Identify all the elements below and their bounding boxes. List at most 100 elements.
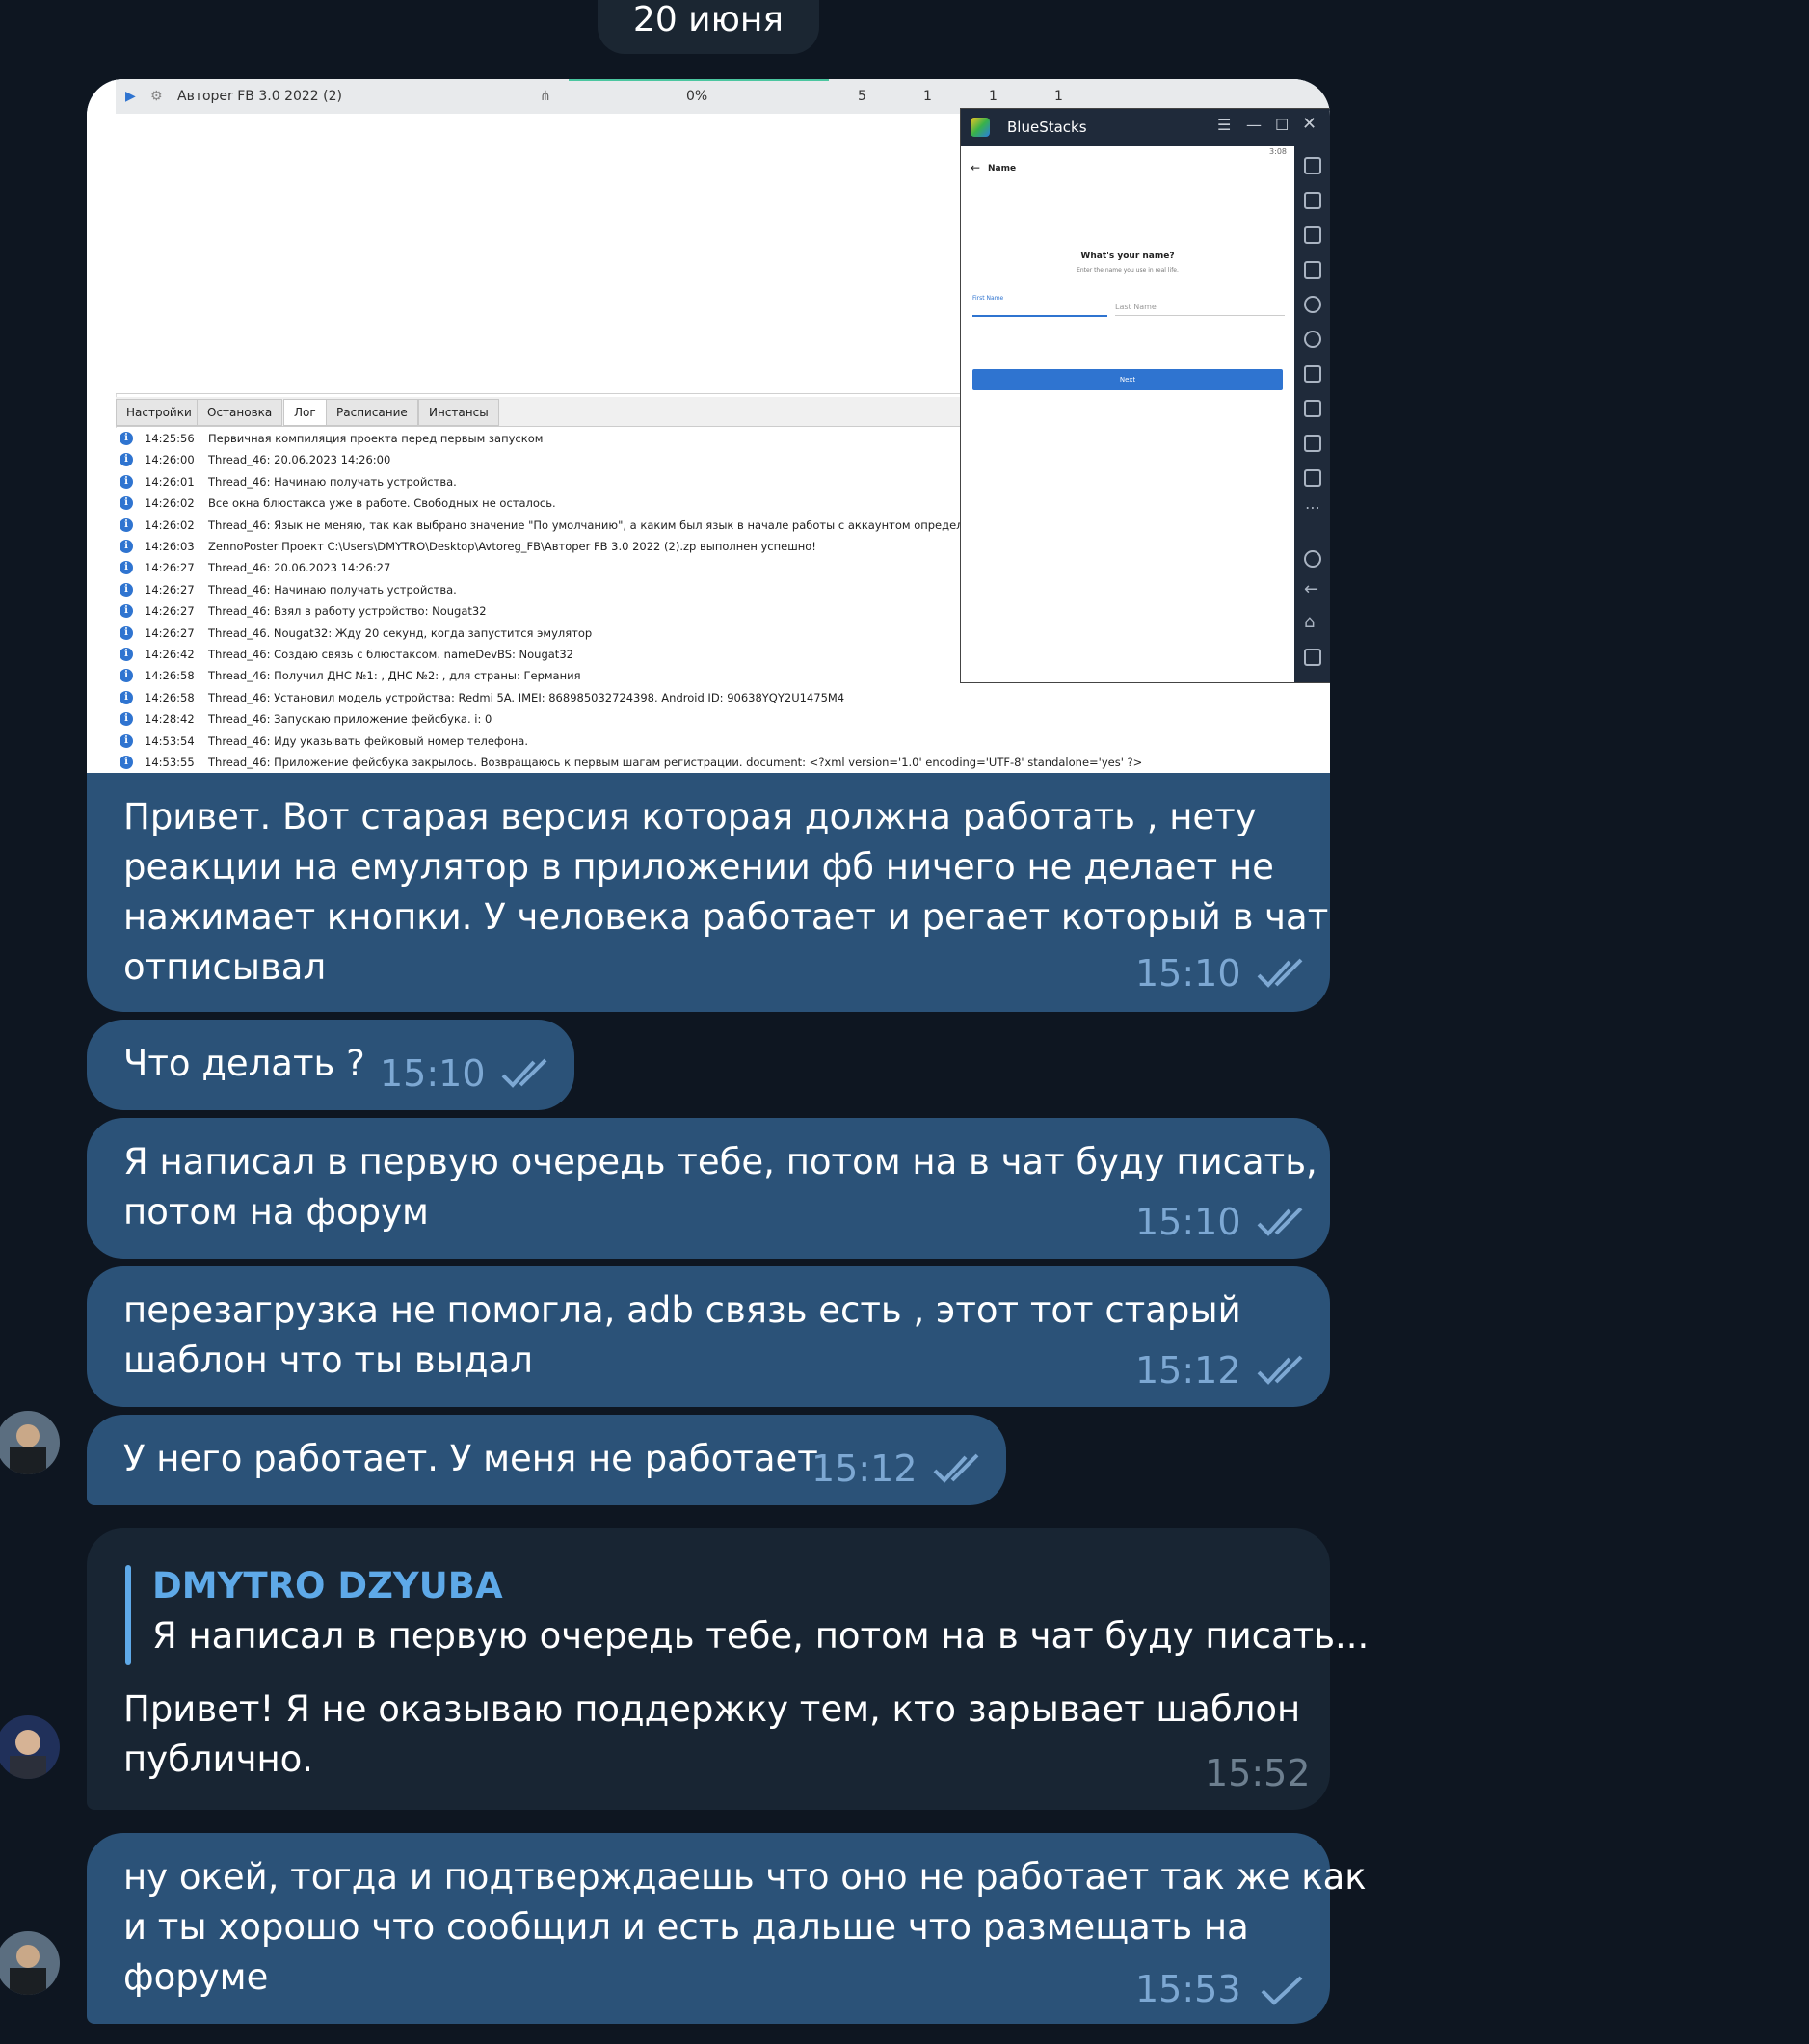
screen-header: Name xyxy=(988,164,1017,173)
log-message: Thread_46: 20.06.2023 14:26:27 xyxy=(208,561,391,575)
next-button[interactable]: Next xyxy=(972,369,1283,390)
first-name-field[interactable]: First Name xyxy=(972,292,1107,317)
message-bubble[interactable]: ▶ ⚙ Автореr FB 3.0 2022 (2) ⋔ 0% 5 1 1 1… xyxy=(87,79,1330,1012)
tab-stop[interactable]: Остановка xyxy=(197,399,283,426)
log-message: Thread_46: Начинаю получать устройства. xyxy=(208,582,457,597)
message-line: Привет! Я не оказываю поддержку тем, кто… xyxy=(123,1688,1301,1730)
last-name-placeholder: Last Name xyxy=(1115,303,1157,311)
tab-settings[interactable]: Настройки xyxy=(116,399,202,426)
user-avatar-icon xyxy=(0,1411,60,1474)
double-check-icon xyxy=(933,1453,979,1483)
log-time: 14:26:27 xyxy=(145,561,195,575)
info-icon: i xyxy=(120,582,133,597)
message-bubble[interactable]: Что делать ? 15:10 xyxy=(87,1020,574,1110)
message-line: и ты хорошо что сообщил и есть дальше чт… xyxy=(123,1906,1249,1948)
message-line: публично. xyxy=(123,1739,314,1780)
tab-schedule[interactable]: Расписание xyxy=(326,399,418,426)
screenshot-side-rail xyxy=(87,79,117,773)
rotate-icon[interactable] xyxy=(1304,331,1321,348)
reply-author[interactable]: DMYTRO DZYUBA xyxy=(152,1565,503,1606)
message-time: 15:53 xyxy=(1135,1968,1241,2010)
log-message: Thread_46: 20.06.2023 14:26:00 xyxy=(208,453,391,467)
bluestacks-window: BlueStacks ☰ — ☐ ✕ 3:08 ← Name What's yo… xyxy=(960,108,1330,683)
project-title: Автореr FB 3.0 2022 (2) xyxy=(177,89,342,104)
reply-quote-bar xyxy=(125,1565,131,1665)
message-line: Привет. Вот старая версия которая должна… xyxy=(123,796,1257,837)
log-message: Thread_46: Создаю связь с блюстаксом. na… xyxy=(208,648,573,661)
log-time: 14:53:55 xyxy=(145,756,195,769)
minimize-icon[interactable]: — xyxy=(1246,116,1262,134)
macro-icon[interactable] xyxy=(1304,365,1321,383)
bluestacks-title: BlueStacks xyxy=(1007,119,1087,136)
log-time: 14:26:27 xyxy=(145,582,195,597)
info-icon: i xyxy=(120,712,133,727)
double-check-icon xyxy=(1257,1207,1303,1236)
message-bubble[interactable]: Я написал в первую очередь тебе, потом н… xyxy=(87,1118,1330,1259)
menu-icon[interactable]: ☰ xyxy=(1217,116,1231,134)
record-icon[interactable] xyxy=(1304,296,1321,313)
recents-icon[interactable] xyxy=(1304,649,1321,666)
check-icon xyxy=(1261,1976,1303,2005)
tab-log[interactable]: Лог xyxy=(283,399,327,426)
message-bubble[interactable]: DMYTRO DZYUBA Я написал в первую очередь… xyxy=(87,1528,1369,1810)
back-arrow-icon[interactable]: ← xyxy=(971,161,980,174)
settings-icon[interactable] xyxy=(1304,550,1321,568)
keyboard-icon[interactable] xyxy=(1304,261,1321,279)
folder-icon[interactable] xyxy=(1304,469,1321,487)
message-time: 15:10 xyxy=(380,1052,486,1095)
avatar[interactable] xyxy=(0,1715,60,1779)
more-icon[interactable]: ⋯ xyxy=(1305,498,1320,517)
log-time: 14:25:56 xyxy=(145,432,195,445)
log-message: Все окна блюстакса уже в работе. Свободн… xyxy=(208,496,556,511)
log-time: 14:26:02 xyxy=(145,518,195,532)
log-message: Thread_46: Иду указывать фейковый номер … xyxy=(208,733,528,748)
log-message: Thread_46: Начинаю получать устройства. xyxy=(208,474,457,489)
log-time: 14:26:27 xyxy=(145,604,195,619)
bluestacks-titlebar: BlueStacks ☰ — ☐ ✕ xyxy=(961,109,1330,146)
avatar[interactable] xyxy=(0,1931,60,1995)
message-time: 15:12 xyxy=(811,1447,918,1490)
tab-instances[interactable]: Инстансы xyxy=(418,399,499,426)
info-icon: i xyxy=(120,474,133,489)
message-bubble[interactable]: У него работает. У меня не работает 15:1… xyxy=(87,1415,1006,1505)
hint-text: Enter the name you use in real life. xyxy=(1077,267,1179,274)
avatar[interactable] xyxy=(0,1411,60,1474)
log-time: 14:26:01 xyxy=(145,474,195,489)
message-line: ну окей, тогда и подтверждаешь что оно н… xyxy=(123,1856,1367,1898)
android-screen: 3:08 ← Name What's your name? Enter the … xyxy=(961,146,1294,682)
info-icon: i xyxy=(120,561,133,575)
apk-icon[interactable] xyxy=(1304,400,1321,417)
log-message: ZennoPoster Проект C:\Users\DMYTRO\Deskt… xyxy=(208,540,816,553)
screenshot-icon[interactable] xyxy=(1304,435,1321,452)
log-message: Thread_46: Получил ДНС №1: , ДНС №2: , д… xyxy=(208,669,581,683)
fullscreen-icon[interactable] xyxy=(1304,157,1321,174)
progress-bar xyxy=(569,79,829,81)
counter: 1 xyxy=(1054,89,1063,104)
message-line: реакции на емулятор в приложении фб ниче… xyxy=(123,846,1274,888)
attached-screenshot[interactable]: ▶ ⚙ Автореr FB 3.0 2022 (2) ⋔ 0% 5 1 1 1… xyxy=(87,79,1330,773)
maximize-icon[interactable]: ☐ xyxy=(1275,116,1289,134)
log-time: 14:26:27 xyxy=(145,625,195,640)
message-bubble[interactable]: ну окей, тогда и подтверждаешь что оно н… xyxy=(87,1833,1367,2024)
message-text: Привет! Я не оказываю поддержку тем, кто… xyxy=(123,1685,1300,1785)
bluestacks-sidebar: ⋯ ← ⌂ xyxy=(1294,146,1330,682)
counter: 1 xyxy=(923,89,932,104)
message-text: Что делать ? xyxy=(123,1039,365,1089)
last-name-field[interactable]: Last Name xyxy=(1115,292,1285,316)
user-avatar-icon xyxy=(0,1931,60,1995)
info-icon: i xyxy=(120,669,133,683)
media-icon[interactable] xyxy=(1304,226,1321,244)
log-time: 14:26:42 xyxy=(145,648,195,661)
back-icon[interactable]: ← xyxy=(1304,579,1318,599)
log-message: Thread_46: Приложение фейсбука закрылось… xyxy=(208,756,1143,769)
home-icon[interactable]: ⌂ xyxy=(1304,612,1315,632)
log-message: Thread_46: Язык не меняю, так как выбран… xyxy=(208,518,1001,532)
question-text: What's your name? xyxy=(1080,252,1175,261)
close-icon[interactable]: ✕ xyxy=(1302,114,1317,134)
reply-text[interactable]: Я написал в первую очередь тебе, потом н… xyxy=(152,1615,1369,1657)
status-clock: 3:08 xyxy=(1269,147,1287,156)
log-time: 14:26:58 xyxy=(145,690,195,704)
message-time: 15:52 xyxy=(1205,1752,1311,1794)
message-bubble[interactable]: перезагрузка не помогла, adb связь есть … xyxy=(87,1266,1330,1407)
volume-icon[interactable] xyxy=(1304,192,1321,209)
